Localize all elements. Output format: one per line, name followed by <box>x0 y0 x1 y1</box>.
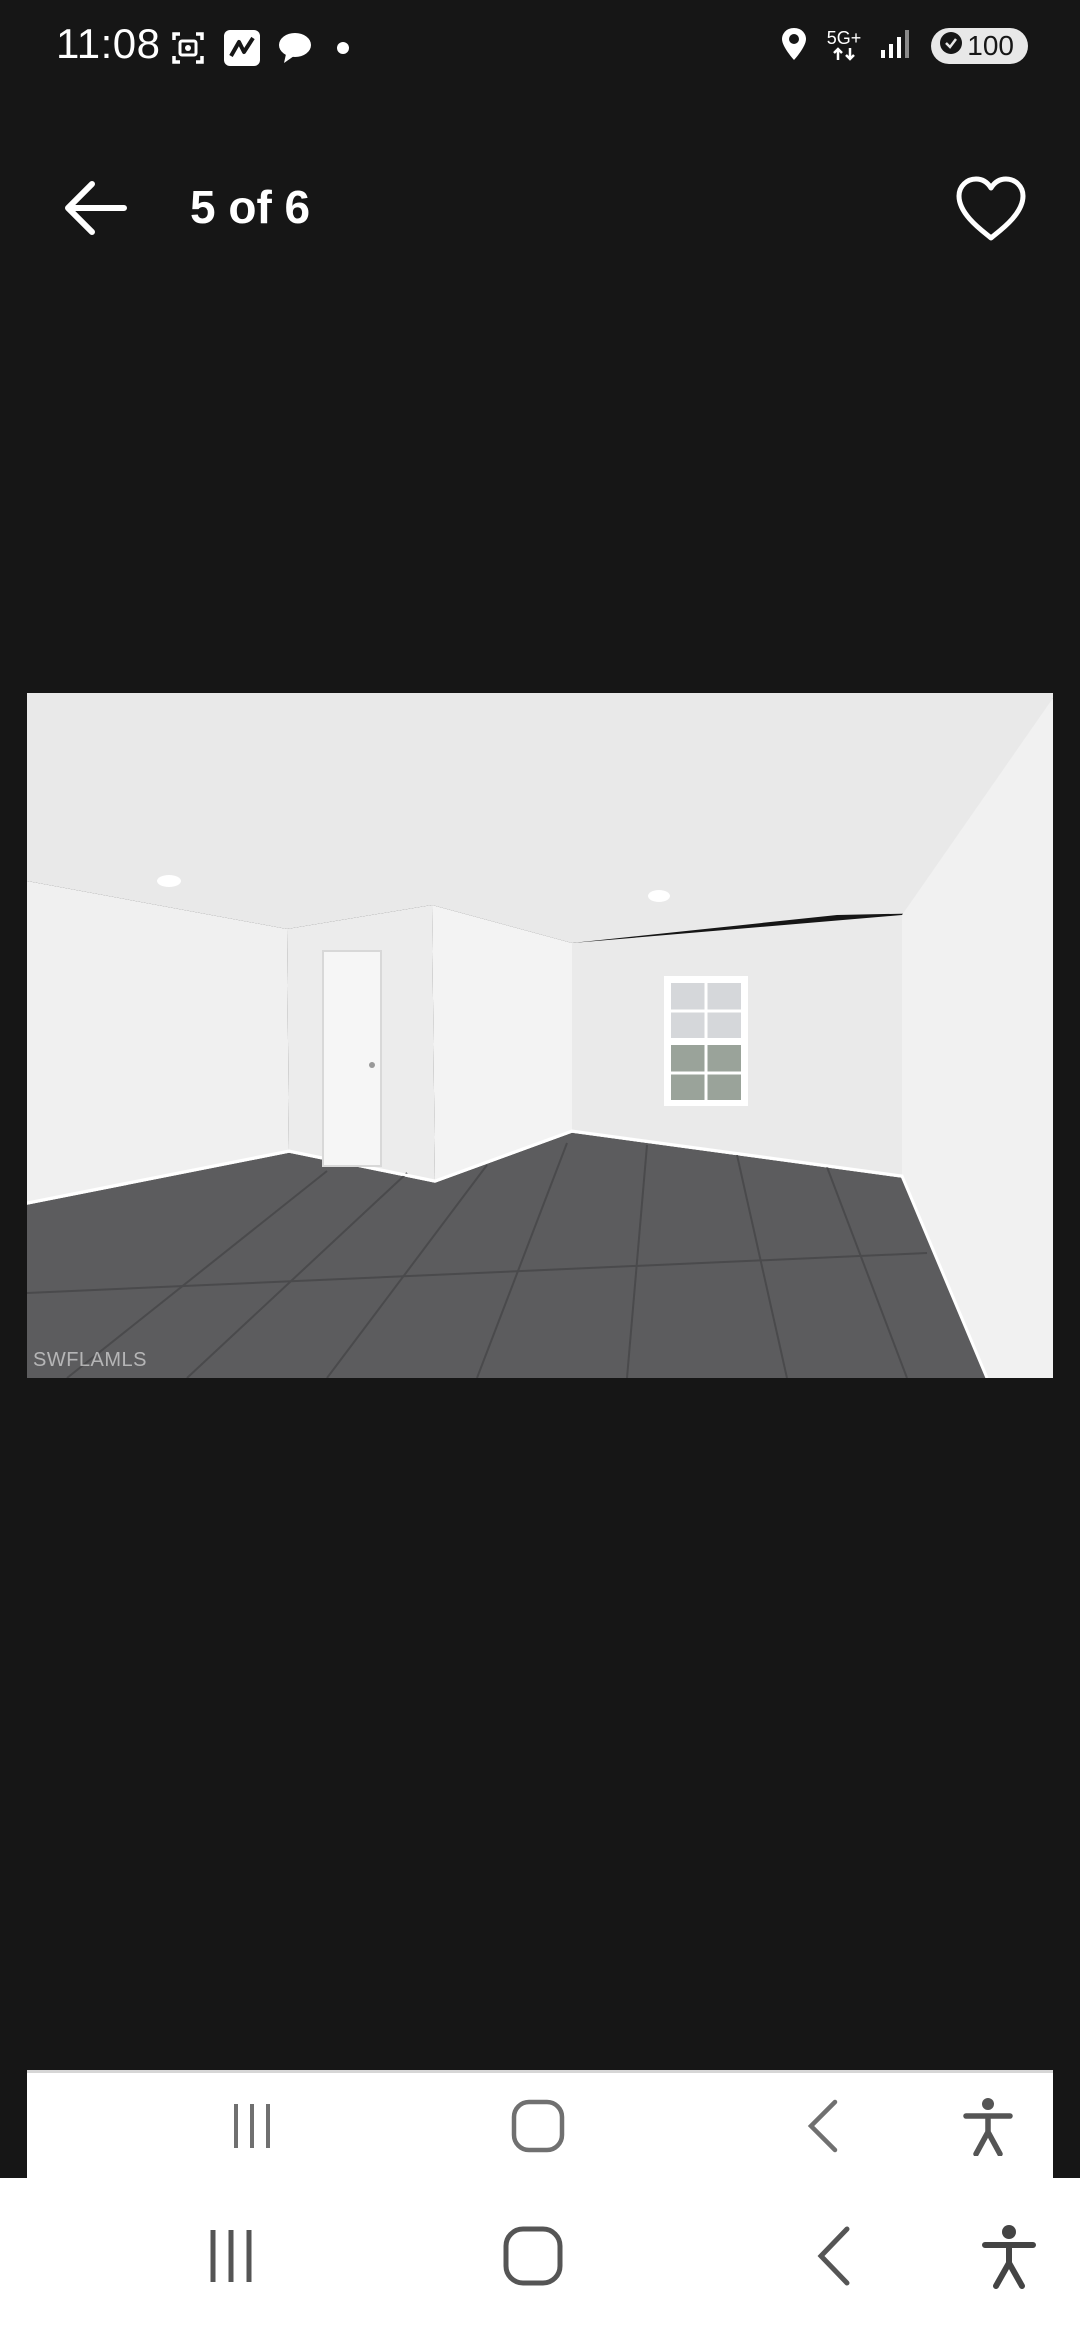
home-icon <box>500 2223 566 2293</box>
heart-outline-icon <box>953 174 1029 248</box>
back-button[interactable] <box>50 170 140 250</box>
accessibility-icon <box>979 2223 1039 2293</box>
listing-photo[interactable]: SWFLAMLS <box>27 693 1053 1378</box>
location-icon <box>779 26 809 66</box>
recent-apps-icon <box>199 2224 263 2292</box>
dot-icon <box>328 33 358 67</box>
battery-shield-icon <box>939 30 963 62</box>
chat-bubble-icon <box>276 30 314 70</box>
inner-accessibility-button[interactable] <box>943 2093 1033 2163</box>
inner-recent-apps-button[interactable] <box>207 2093 297 2163</box>
accessibility-button[interactable] <box>964 2218 1054 2298</box>
network-label: 5G+ <box>826 28 862 48</box>
home-icon <box>508 2096 568 2160</box>
accessibility-icon <box>960 2096 1016 2160</box>
inner-navigation-bar <box>27 2070 1053 2181</box>
room-photo-illustration <box>27 693 1053 1378</box>
screenshot-icon <box>168 28 208 72</box>
top-app-bar: 5 of 6 <box>0 150 1080 270</box>
photo-counter: 5 of 6 <box>190 181 311 233</box>
inner-home-button[interactable] <box>493 2093 583 2163</box>
system-status-icons: 5G+ 100 <box>779 26 1028 66</box>
watermark: SWFLAMLS <box>33 1349 148 1371</box>
back-button-system[interactable] <box>790 2218 880 2298</box>
recent-apps-icon <box>222 2098 282 2158</box>
signal-icon <box>879 28 913 64</box>
photo-viewer-screen: 11:08 5G+ 100 5 of 6 SWFLAMLS <box>0 0 1080 2340</box>
inner-back-button[interactable] <box>779 2093 869 2163</box>
battery-level: 100 <box>967 30 1014 61</box>
favorite-button[interactable] <box>946 166 1036 256</box>
home-button[interactable] <box>488 2218 578 2298</box>
recent-apps-button[interactable] <box>186 2218 276 2298</box>
network-5g-icon: 5G+ <box>826 28 862 62</box>
system-navigation-bar <box>0 2178 1080 2340</box>
back-icon <box>799 2096 849 2160</box>
status-time: 11:08 <box>56 20 161 67</box>
app-notification-icon <box>222 28 262 72</box>
back-arrow-icon <box>60 176 130 244</box>
status-bar: 11:08 5G+ 100 <box>0 0 1080 100</box>
notification-icons <box>168 28 358 72</box>
back-icon <box>809 2223 861 2293</box>
battery-indicator: 100 <box>931 28 1028 64</box>
